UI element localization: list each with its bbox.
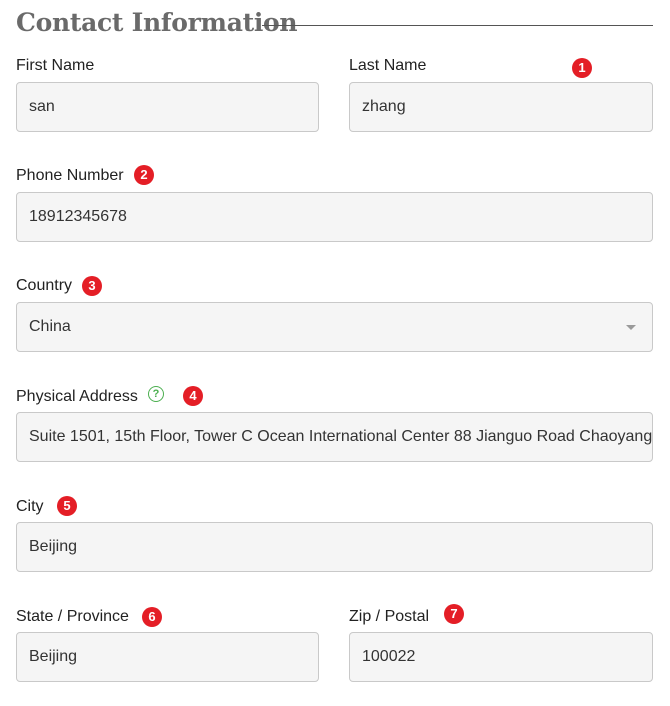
annotation-badge-1: 1 [572,58,592,78]
country-select[interactable]: China [16,302,653,352]
state-label: State / Province [16,608,129,625]
city-field[interactable]: Beijing [16,522,653,572]
help-icon[interactable]: ? [148,386,164,402]
annotation-badge-2: 2 [134,165,154,185]
chevron-down-icon [626,325,636,330]
country-selected-value: China [29,318,71,335]
zip-field[interactable]: 100022 [349,632,653,682]
last-name-field[interactable]: zhang [349,82,653,132]
annotation-badge-5: 5 [57,496,77,516]
title-divider [262,25,653,26]
country-label: Country [16,277,73,294]
address-field[interactable]: Suite 1501, 15th Floor, Tower C Ocean In… [16,412,653,462]
city-label: City [16,498,44,515]
annotation-badge-7: 7 [444,604,464,624]
section-title: Contact Information [16,8,298,37]
annotation-badge-3: 3 [82,276,102,296]
phone-label: Phone Number [16,167,124,184]
first-name-field[interactable]: san [16,82,319,132]
state-field[interactable]: Beijing [16,632,319,682]
zip-label: Zip / Postal [349,608,430,625]
address-label: Physical Address [16,388,138,405]
last-name-label: Last Name [349,57,427,74]
phone-field[interactable]: 18912345678 [16,192,653,242]
first-name-label: First Name [16,57,95,74]
annotation-badge-4: 4 [183,386,203,406]
annotation-badge-6: 6 [142,607,162,627]
